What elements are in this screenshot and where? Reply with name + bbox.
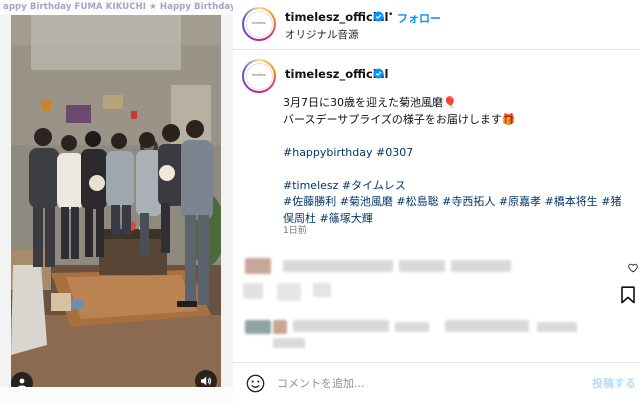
heart-icon[interactable] <box>628 263 638 273</box>
comment-text-redacted <box>283 260 393 272</box>
volume-icon <box>201 376 212 386</box>
comment-avatar[interactable] <box>245 258 271 274</box>
comment-text-redacted <box>445 320 529 332</box>
comment-text-redacted <box>243 283 263 299</box>
post-comment-button[interactable]: 投稿する <box>592 375 636 391</box>
birthday-marquee-banner: appy Birthday FUMA KIKUCHI ★ Happy Birth… <box>0 0 233 15</box>
brand-logo: timelesz <box>245 10 273 38</box>
hashtag-line[interactable]: #佐藤勝利 #菊池風磨 #松島聡 #寺西拓人 #原嘉孝 #橋本将生 #猪 <box>283 194 633 211</box>
comment-avatar[interactable] <box>273 320 287 334</box>
caption-line: 3月7日に30歳を迎えた菊池風磨🎈 <box>283 96 457 109</box>
reel-video[interactable] <box>11 15 221 387</box>
hashtag-line[interactable]: #timelesz #タイムレス <box>283 178 633 195</box>
media-bottom-strip <box>0 387 233 402</box>
reel-media-panel: appy Birthday FUMA KIKUCHI ★ Happy Birth… <box>0 0 233 402</box>
user-tag-icon <box>17 378 27 387</box>
verified-badge-icon <box>373 11 384 22</box>
comment-text-redacted <box>277 283 301 301</box>
brand-logo-small: timelesz <box>245 62 273 90</box>
tagged-users-button[interactable] <box>11 372 33 387</box>
comment-text-redacted <box>537 322 577 332</box>
hashtag-line[interactable]: 俣周杜 #篠塚大輝 <box>283 211 633 228</box>
video-frame-illustration <box>11 15 221 387</box>
comment-text-redacted <box>293 320 389 332</box>
post-caption: 3月7日に30歳を迎えた菊池風磨🎈 バースデーサプライズの様子をお届けします🎁 … <box>283 95 633 227</box>
verified-badge-icon <box>373 68 384 79</box>
post-details-panel: timelesz timelesz_official • フォロー オリジナル音… <box>233 0 640 402</box>
comment-text-redacted <box>451 260 511 272</box>
comment-input[interactable]: コメントを追加... <box>277 375 365 391</box>
comment-text-redacted <box>273 338 305 348</box>
hashtag-line[interactable]: #happybirthday #0307 <box>283 145 633 162</box>
comment-composer: コメントを追加... 投稿する <box>233 362 640 402</box>
bookmark-icon[interactable] <box>620 286 636 304</box>
caption-avatar[interactable]: timelesz <box>242 59 276 93</box>
separator-dot: • <box>388 10 394 20</box>
original-audio-link[interactable]: オリジナル音源 <box>285 27 359 42</box>
post-header: timelesz timelesz_official • フォロー オリジナル音… <box>233 0 640 50</box>
follow-button[interactable]: フォロー <box>397 10 441 26</box>
mute-toggle-button[interactable] <box>195 370 217 387</box>
emoji-icon[interactable] <box>246 374 265 393</box>
header-avatar[interactable]: timelesz <box>242 7 276 41</box>
comment-text-redacted <box>395 322 429 332</box>
comment-text-redacted <box>399 260 445 272</box>
comment-text-redacted <box>313 283 331 297</box>
caption-line: バースデーサプライズの様子をお届けします🎁 <box>283 112 516 126</box>
post-timestamp: 1日前 <box>283 226 307 236</box>
comment-avatar[interactable] <box>245 320 271 334</box>
